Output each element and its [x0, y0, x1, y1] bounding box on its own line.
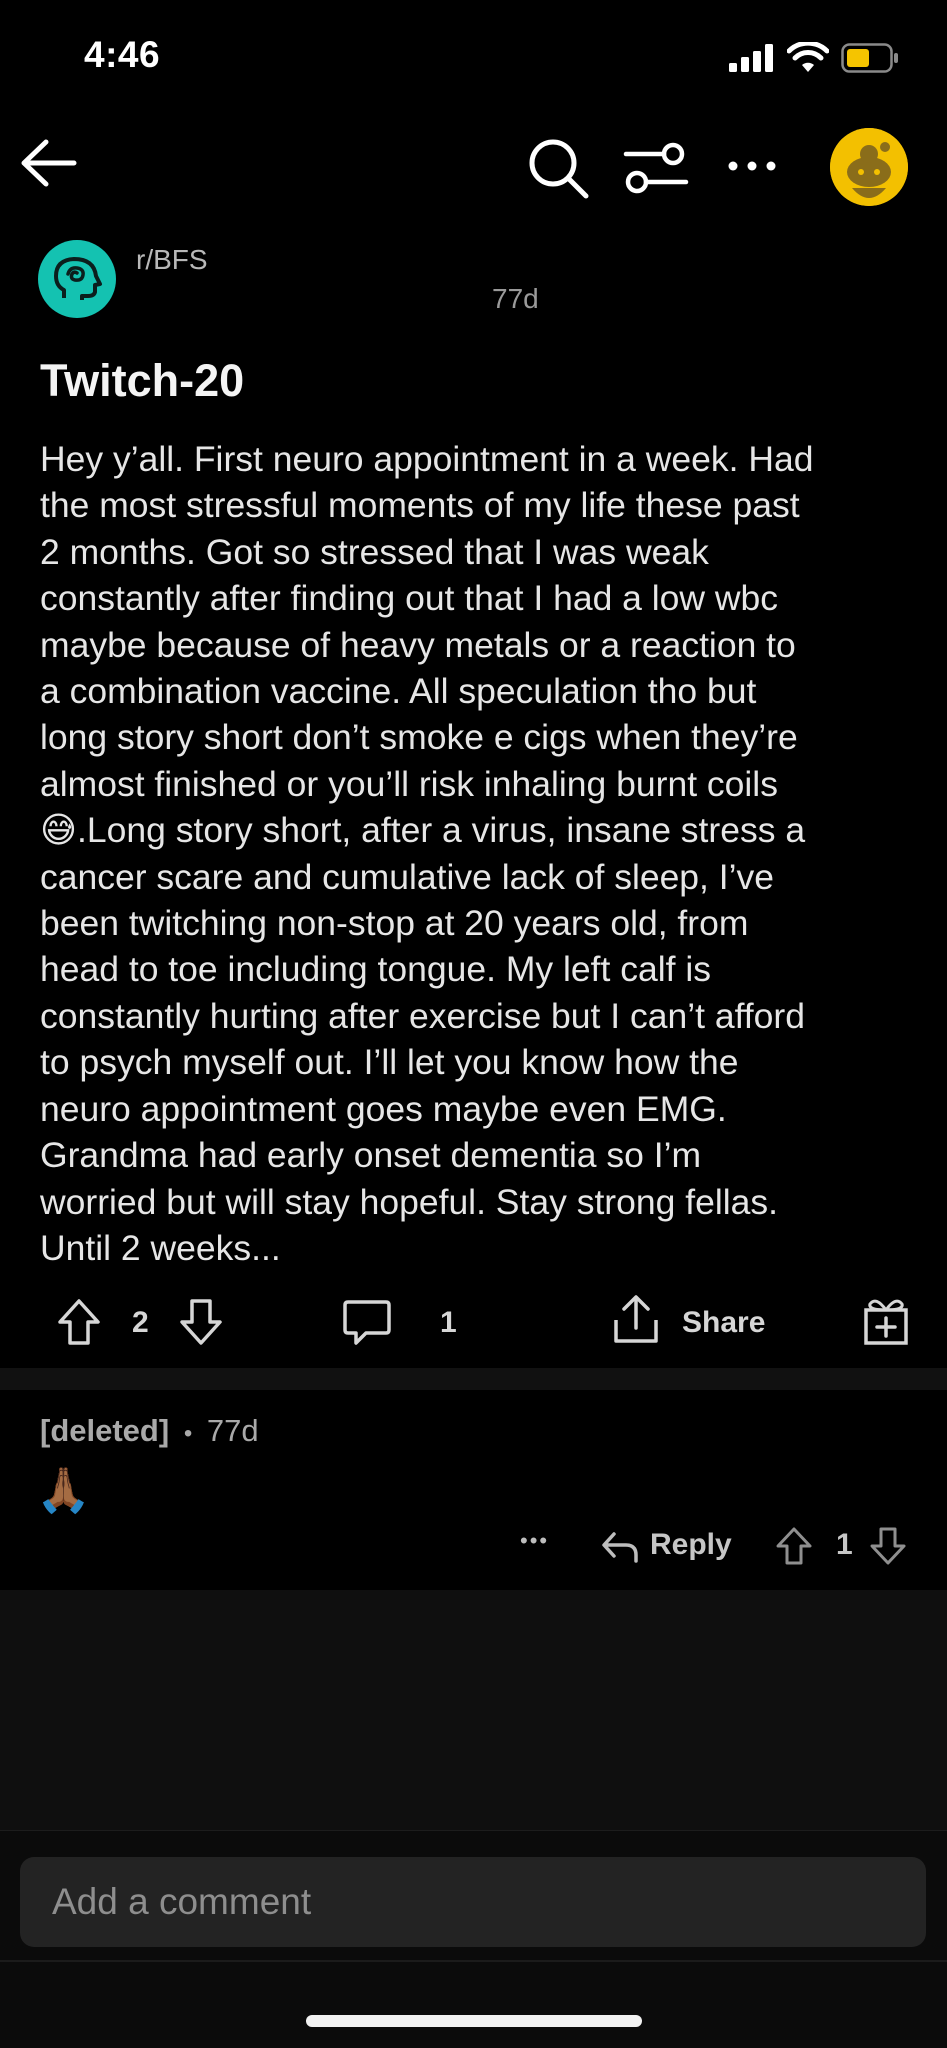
comment-body: 🙏🏾: [36, 1466, 91, 1515]
comments-empty-area: [0, 1590, 947, 1830]
post-title: Twitch-20: [40, 355, 245, 406]
folded-hands-emoji: 🙏🏾: [36, 1466, 91, 1516]
battery-icon: [841, 43, 898, 73]
home-indicator[interactable]: [306, 2015, 642, 2027]
wifi-icon: [787, 42, 829, 72]
post-vote-count: 2: [132, 1306, 149, 1339]
reddit-snoo-avatar: [830, 128, 908, 206]
meta-separator: •: [183, 1420, 193, 1447]
award-gift-icon[interactable]: [862, 1294, 910, 1346]
section-divider: [0, 1368, 947, 1390]
downvote-icon[interactable]: [178, 1298, 224, 1346]
upvote-icon[interactable]: [56, 1298, 102, 1346]
composer-divider: [0, 1960, 947, 1962]
head-brain-icon: [54, 257, 102, 300]
comment-count[interactable]: 1: [440, 1306, 457, 1340]
subreddit-avatar[interactable]: [38, 240, 116, 318]
comment-vote-count: 1: [836, 1528, 853, 1561]
reply-arrow-icon[interactable]: [600, 1528, 640, 1566]
share-button[interactable]: Share: [682, 1306, 765, 1340]
sweat-smile-emoji: 😅: [40, 810, 78, 851]
status-icons: [729, 42, 899, 74]
comment-downvote-icon[interactable]: [868, 1526, 908, 1566]
cellular-signal-icon: [729, 44, 773, 72]
comment-age: 77d: [206, 1413, 259, 1448]
add-comment-input[interactable]: Add a comment: [20, 1857, 926, 1947]
comment-upvote-icon[interactable]: [774, 1526, 814, 1566]
status-time: 4:46: [84, 34, 161, 75]
search-icon[interactable]: [526, 136, 590, 200]
comment-more-button[interactable]: •••: [520, 1528, 549, 1554]
reply-button[interactable]: Reply: [650, 1528, 732, 1562]
comment-bubble-icon[interactable]: [342, 1298, 392, 1348]
comment-author[interactable]: [deleted]: [40, 1413, 169, 1448]
add-comment-placeholder: Add a comment: [52, 1881, 312, 1922]
post-body-text-2: .Long story short, after a virus, insane…: [40, 810, 806, 1268]
comment-actions: ••• Reply 1: [520, 1522, 920, 1572]
user-avatar-button[interactable]: [830, 128, 908, 206]
comment-meta: [deleted] • 77d: [40, 1413, 259, 1449]
ellipsis-icon[interactable]: [724, 148, 780, 184]
post-body-text-1: Hey y’all. First neuro appointment in a …: [40, 439, 814, 804]
subreddit-name[interactable]: r/BFS: [136, 244, 208, 276]
post-age: 77d: [492, 283, 539, 314]
post-body: Hey y’all. First neuro appointment in a …: [40, 436, 920, 1271]
share-icon[interactable]: [612, 1294, 660, 1346]
arrow-left-icon[interactable]: [14, 128, 84, 198]
post-action-bar: 2 1 Share: [56, 1294, 908, 1350]
sort-sliders-icon[interactable]: [622, 138, 690, 198]
